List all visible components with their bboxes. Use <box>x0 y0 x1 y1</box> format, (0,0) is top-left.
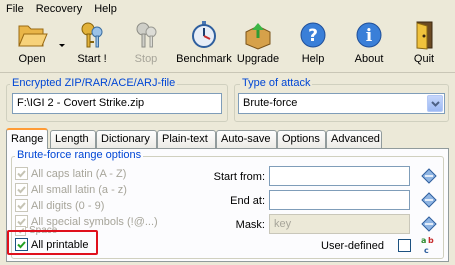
caps-latin-checkbox[interactable] <box>15 167 28 180</box>
tab-auto-save[interactable]: Auto-save <box>216 130 277 148</box>
help-button[interactable]: ? Help <box>287 20 339 65</box>
small-latin-checkbox[interactable] <box>15 183 28 196</box>
mask-label: Mask: <box>235 219 265 231</box>
tab-options[interactable]: Options <box>277 130 326 148</box>
user-defined-label: User-defined <box>321 240 384 252</box>
highlight-frame <box>7 230 98 255</box>
info-icon: i <box>356 22 382 48</box>
user-defined-checkbox[interactable] <box>398 239 411 252</box>
start-button[interactable]: Start ! <box>66 20 118 65</box>
mask-input[interactable]: key <box>269 214 410 234</box>
menu-bar: File Recovery Help <box>0 0 455 18</box>
menu-help[interactable]: Help <box>88 0 123 18</box>
digits-option[interactable]: All digits (0 - 9) <box>15 199 104 212</box>
attack-type-group-title: Type of attack <box>240 77 313 89</box>
start-from-label: Start from: <box>213 171 265 183</box>
range-options-title: Brute-force range options <box>15 149 144 161</box>
exit-door-icon <box>416 21 433 50</box>
svg-text:c: c <box>424 246 429 255</box>
stopwatch-icon <box>192 21 216 48</box>
keys-disabled-icon <box>136 22 157 48</box>
keys-icon <box>81 22 103 48</box>
chevron-down-icon[interactable] <box>427 95 443 112</box>
svg-text:?: ? <box>308 26 318 46</box>
open-dropdown-arrow-icon[interactable] <box>58 40 66 50</box>
upgrade-box-icon <box>245 23 271 50</box>
tab-range[interactable]: Range <box>6 128 48 149</box>
charset-picker-icon[interactable] <box>420 191 438 209</box>
svg-text:i: i <box>366 26 373 46</box>
caps-latin-option[interactable]: All caps latin (A - Z) <box>15 167 126 180</box>
start-from-input[interactable] <box>269 166 410 186</box>
tab-dictionary[interactable]: Dictionary <box>96 130 157 148</box>
tab-length[interactable]: Length <box>50 130 96 148</box>
end-at-label: End at: <box>230 195 265 207</box>
svg-text:b: b <box>428 236 434 245</box>
help-icon: ? <box>300 22 326 48</box>
quit-button[interactable]: Quit <box>398 20 450 65</box>
charset-picker-icon[interactable] <box>420 215 438 233</box>
benchmark-button[interactable]: Benchmark <box>176 20 232 65</box>
stop-button[interactable]: Stop <box>120 20 172 65</box>
encrypted-file-input[interactable]: F:\IGI 2 - Covert Strike.zip <box>12 93 222 114</box>
charset-picker-icon[interactable] <box>420 167 438 185</box>
tab-plain-text[interactable]: Plain-text <box>157 130 216 148</box>
attack-type-value: Brute-force <box>243 97 298 109</box>
small-latin-option[interactable]: All small latin (a - z) <box>15 183 127 196</box>
abc-charset-icon[interactable]: a b c <box>420 234 438 258</box>
toolbar-separator <box>0 72 455 73</box>
svg-text:a: a <box>421 236 426 245</box>
digits-checkbox[interactable] <box>15 199 28 212</box>
folder-open-icon <box>18 25 48 47</box>
tab-advanced[interactable]: Advanced <box>326 130 382 148</box>
end-at-input[interactable] <box>269 190 410 210</box>
toolbar: Open Start ! Stop Benchmark Upgrade ? He… <box>0 20 455 70</box>
menu-recovery[interactable]: Recovery <box>30 0 88 18</box>
about-button[interactable]: i About <box>343 20 395 65</box>
file-group-title: Encrypted ZIP/RAR/ACE/ARJ-file <box>10 77 178 89</box>
attack-type-select[interactable]: Brute-force <box>238 93 445 114</box>
open-button[interactable]: Open <box>6 20 58 65</box>
upgrade-button[interactable]: Upgrade <box>232 20 284 65</box>
menu-file[interactable]: File <box>0 0 30 18</box>
